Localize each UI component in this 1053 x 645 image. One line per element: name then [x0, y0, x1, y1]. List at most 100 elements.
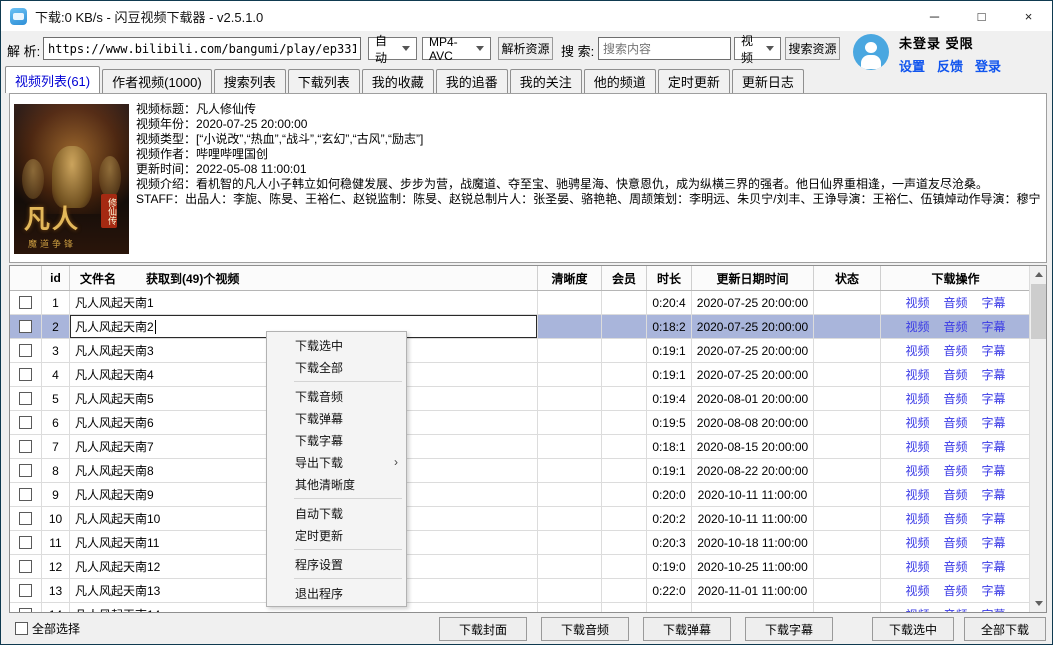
row-checkbox[interactable]	[19, 488, 32, 501]
download-subtitle-link[interactable]: 字幕	[982, 606, 1006, 613]
download-audio-link[interactable]: 音频	[943, 414, 967, 431]
menu-item-导出下载[interactable]: 导出下载›	[267, 451, 406, 473]
menu-item-其他清晰度[interactable]: 其他清晰度	[267, 473, 406, 495]
tab-搜索列表[interactable]: 搜索列表	[214, 69, 286, 93]
download-audio-link[interactable]: 音频	[943, 582, 967, 599]
menu-item-下载选中[interactable]: 下载选中	[267, 334, 406, 356]
select-all-checkbox[interactable]	[15, 622, 28, 635]
scroll-up-icon[interactable]	[1030, 266, 1047, 283]
tab-我的追番[interactable]: 我的追番	[436, 69, 508, 93]
row-checkbox[interactable]	[19, 392, 32, 405]
download-video-link[interactable]: 视频	[905, 606, 929, 613]
url-input[interactable]	[48, 38, 356, 59]
download-audio-link[interactable]: 音频	[943, 486, 967, 503]
download-video-link[interactable]: 视频	[905, 462, 929, 479]
table-row[interactable]: 9凡人风起天南90:20:02020-10-11 11:00:00视频音频字幕	[10, 483, 1046, 507]
download-video-link[interactable]: 视频	[905, 438, 929, 455]
row-checkbox[interactable]	[19, 512, 32, 525]
table-row[interactable]: 10凡人风起天南100:20:22020-10-11 11:00:00视频音频字…	[10, 507, 1046, 531]
download-audio-link[interactable]: 音频	[943, 462, 967, 479]
tab-我的关注[interactable]: 我的关注	[510, 69, 582, 93]
download-video-link[interactable]: 视频	[905, 486, 929, 503]
tab-我的收藏[interactable]: 我的收藏	[362, 69, 434, 93]
download-subtitle-link[interactable]: 字幕	[982, 534, 1006, 551]
download-video-link[interactable]: 视频	[905, 366, 929, 383]
download-audio-link[interactable]: 音频	[943, 342, 967, 359]
menu-item-程序设置[interactable]: 程序设置	[267, 553, 406, 575]
download-danmaku-button[interactable]: 下载弹幕	[643, 617, 731, 641]
row-checkbox[interactable]	[19, 416, 32, 429]
format-select[interactable]: MP4-AVC	[422, 37, 491, 60]
menu-item-下载弹幕[interactable]: 下载弹幕	[267, 407, 406, 429]
tab-下载列表[interactable]: 下载列表	[288, 69, 360, 93]
row-checkbox[interactable]	[19, 440, 32, 453]
download-cover-button[interactable]: 下载封面	[439, 617, 527, 641]
table-row[interactable]: 13凡人风起天南130:22:02020-11-01 11:00:00视频音频字…	[10, 579, 1046, 603]
download-audio-button[interactable]: 下载音频	[541, 617, 629, 641]
download-subtitle-link[interactable]: 字幕	[982, 582, 1006, 599]
download-subtitle-link[interactable]: 字幕	[982, 294, 1006, 311]
download-video-link[interactable]: 视频	[905, 510, 929, 527]
download-audio-link[interactable]: 音频	[943, 534, 967, 551]
search-input[interactable]	[603, 38, 726, 59]
download-audio-link[interactable]: 音频	[943, 438, 967, 455]
table-row[interactable]: 11凡人风起天南110:20:32020-10-18 11:00:00视频音频字…	[10, 531, 1046, 555]
download-subtitle-link[interactable]: 字幕	[982, 414, 1006, 431]
tab-定时更新[interactable]: 定时更新	[658, 69, 730, 93]
tab-他的频道[interactable]: 他的频道	[584, 69, 656, 93]
table-row[interactable]: 5凡人风起天南50:19:42020-08-01 20:00:00视频音频字幕	[10, 387, 1046, 411]
menu-item-下载字幕[interactable]: 下载字幕	[267, 429, 406, 451]
table-row[interactable]: 14凡人风起天南14视频音频字幕	[10, 603, 1046, 613]
row-checkbox[interactable]	[19, 344, 32, 357]
tab-作者视频(1000)[interactable]: 作者视频(1000)	[102, 69, 212, 93]
mode-select[interactable]: 自动	[368, 37, 417, 60]
download-subtitle-link[interactable]: 字幕	[982, 366, 1006, 383]
row-checkbox[interactable]	[19, 560, 32, 573]
download-subtitle-link[interactable]: 字幕	[982, 510, 1006, 527]
download-selected-button[interactable]: 下载选中	[872, 617, 954, 641]
table-row[interactable]: 4凡人风起天南40:19:12020-07-25 20:00:00视频音频字幕	[10, 363, 1046, 387]
close-button[interactable]: ×	[1005, 1, 1052, 31]
download-subtitle-link[interactable]: 字幕	[982, 462, 1006, 479]
download-audio-link[interactable]: 音频	[943, 294, 967, 311]
download-audio-link[interactable]: 音频	[943, 390, 967, 407]
download-video-link[interactable]: 视频	[905, 582, 929, 599]
download-subtitle-button[interactable]: 下载字幕	[745, 617, 833, 641]
row-checkbox[interactable]	[19, 464, 32, 477]
table-row[interactable]: 3凡人风起天南30:19:12020-07-25 20:00:00视频音频字幕	[10, 339, 1046, 363]
download-subtitle-link[interactable]: 字幕	[982, 342, 1006, 359]
download-audio-link[interactable]: 音频	[943, 606, 967, 613]
download-subtitle-link[interactable]: 字幕	[982, 438, 1006, 455]
row-checkbox[interactable]	[19, 296, 32, 309]
download-video-link[interactable]: 视频	[905, 294, 929, 311]
row-checkbox[interactable]	[19, 584, 32, 597]
scroll-down-icon[interactable]	[1030, 595, 1047, 612]
table-row[interactable]: 12凡人风起天南120:19:02020-10-25 11:00:00视频音频字…	[10, 555, 1046, 579]
menu-item-定时更新[interactable]: 定时更新	[267, 524, 406, 546]
menu-item-退出程序[interactable]: 退出程序	[267, 582, 406, 604]
download-video-link[interactable]: 视频	[905, 318, 929, 335]
search-resource-button[interactable]: 搜索资源	[785, 37, 840, 60]
table-row[interactable]: 6凡人风起天南60:19:52020-08-08 20:00:00视频音频字幕	[10, 411, 1046, 435]
search-type-select[interactable]: 视频	[734, 37, 781, 60]
download-audio-link[interactable]: 音频	[943, 318, 967, 335]
row-checkbox[interactable]	[19, 368, 32, 381]
download-subtitle-link[interactable]: 字幕	[982, 558, 1006, 575]
download-video-link[interactable]: 视频	[905, 390, 929, 407]
download-video-link[interactable]: 视频	[905, 534, 929, 551]
menu-item-下载音频[interactable]: 下载音频	[267, 385, 406, 407]
table-row[interactable]: 8凡人风起天南80:19:12020-08-22 20:00:00视频音频字幕	[10, 459, 1046, 483]
maximize-button[interactable]: □	[958, 1, 1005, 31]
download-subtitle-link[interactable]: 字幕	[982, 486, 1006, 503]
menu-item-下载全部[interactable]: 下载全部	[267, 356, 406, 378]
table-row[interactable]: 1凡人风起天南10:20:42020-07-25 20:00:00视频音频字幕	[10, 291, 1046, 315]
download-video-link[interactable]: 视频	[905, 414, 929, 431]
download-audio-link[interactable]: 音频	[943, 510, 967, 527]
tab-更新日志[interactable]: 更新日志	[732, 69, 804, 93]
parse-resource-button[interactable]: 解析资源	[498, 37, 553, 60]
download-video-link[interactable]: 视频	[905, 342, 929, 359]
table-row[interactable]: 7凡人风起天南70:18:12020-08-15 20:00:00视频音频字幕	[10, 435, 1046, 459]
tab-视频列表(61)[interactable]: 视频列表(61)	[5, 66, 100, 93]
download-audio-link[interactable]: 音频	[943, 558, 967, 575]
menu-item-自动下载[interactable]: 自动下载	[267, 502, 406, 524]
